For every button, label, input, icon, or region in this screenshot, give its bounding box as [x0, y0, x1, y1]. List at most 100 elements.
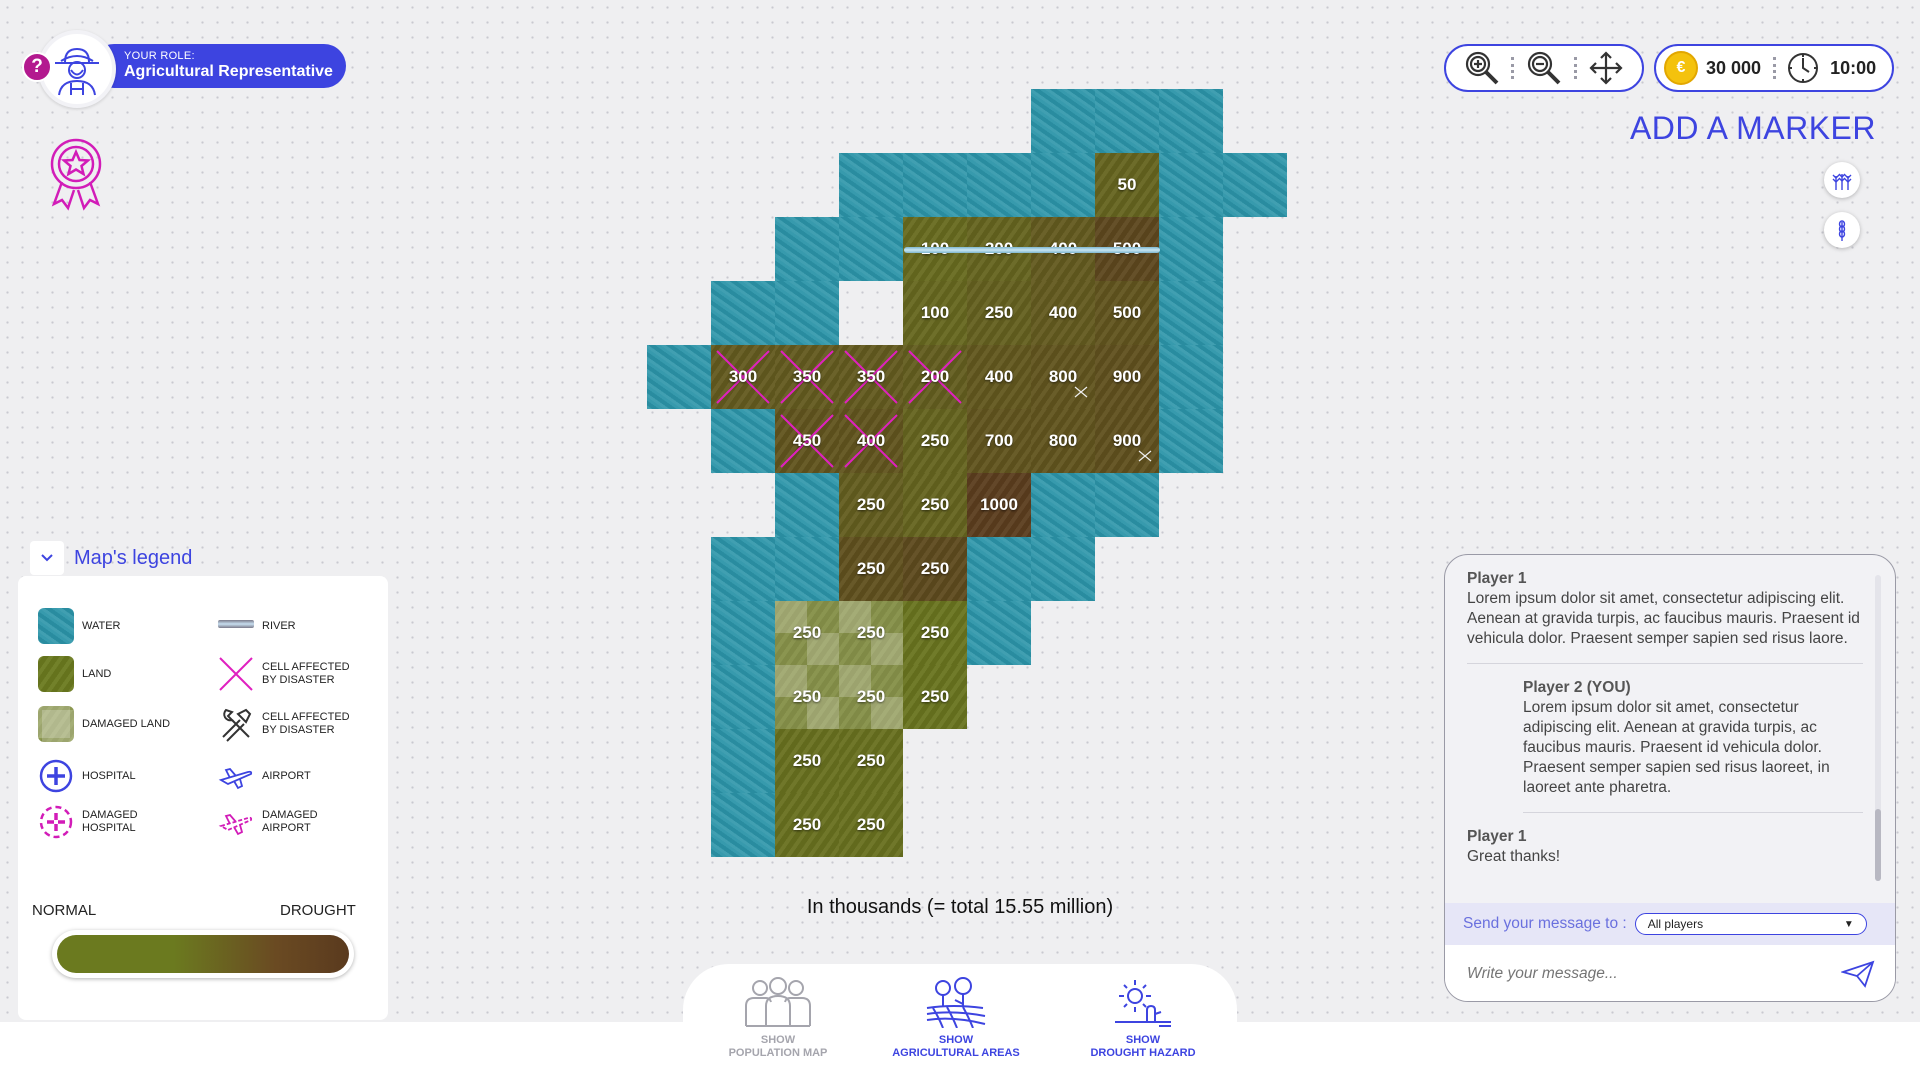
land-cell[interactable]: 900 [1095, 409, 1159, 473]
water-cell[interactable] [1095, 89, 1159, 153]
airport-icon [218, 758, 254, 794]
legend-label: DAMAGED LAND [82, 717, 171, 730]
land-cell[interactable]: 250 [839, 537, 903, 601]
water-cell[interactable] [839, 153, 903, 217]
land-cell[interactable]: 400 [967, 345, 1031, 409]
land-cell[interactable]: 250 [903, 601, 967, 665]
water-cell[interactable] [1159, 89, 1223, 153]
land-cell[interactable]: 100 [903, 217, 967, 281]
cell-value: 300 [728, 367, 758, 386]
damaged-land-cell[interactable]: 250 [775, 665, 839, 729]
water-cell[interactable] [711, 601, 775, 665]
disaster-affected-cell[interactable]: 400 [839, 409, 903, 473]
water-cell[interactable] [775, 473, 839, 537]
chat-messages[interactable]: Player 1 Lorem ipsum dolor sit amet, con… [1445, 555, 1885, 885]
chat-message-input[interactable] [1467, 965, 1841, 983]
scale-normal-label: NORMAL [32, 902, 97, 919]
land-cell[interactable]: 1000 [967, 473, 1031, 537]
water-cell[interactable] [967, 153, 1031, 217]
land-cell[interactable]: 250 [839, 793, 903, 857]
message-text: Lorem ipsum dolor sit amet, consectetur … [1523, 699, 1830, 796]
disaster-affected-cell[interactable]: 200 [903, 345, 967, 409]
zoom-out-icon[interactable] [1522, 46, 1566, 90]
water-cell[interactable] [775, 281, 839, 345]
land-cell[interactable]: 800 [1031, 409, 1095, 473]
water-cell[interactable] [903, 153, 967, 217]
land-cell[interactable]: 500 [1095, 281, 1159, 345]
land-cell[interactable]: 50 [1095, 153, 1159, 217]
help-button[interactable]: ? [22, 52, 52, 82]
land-cell[interactable]: 250 [839, 473, 903, 537]
land-cell[interactable]: 700 [967, 409, 1031, 473]
water-cell[interactable] [711, 409, 775, 473]
award-icon[interactable] [44, 134, 108, 212]
water-cell[interactable] [775, 217, 839, 281]
water-cell[interactable] [1223, 153, 1287, 217]
land-cell[interactable]: 250 [775, 729, 839, 793]
water-cell[interactable] [1031, 89, 1095, 153]
legend-header[interactable]: Map's legend [30, 540, 192, 576]
disaster-affected-cell[interactable]: 350 [775, 345, 839, 409]
land-cell[interactable]: 200 [967, 217, 1031, 281]
disaster-affected-cell[interactable]: 350 [839, 345, 903, 409]
water-cell[interactable] [1031, 473, 1095, 537]
coin-balance: 30 000 [1706, 57, 1762, 78]
water-cell[interactable] [1159, 281, 1223, 345]
legend-label: DAMAGED HOSPITAL [82, 809, 138, 834]
wheat-stalk-icon[interactable] [1824, 212, 1860, 248]
water-cell[interactable] [1159, 345, 1223, 409]
water-cell[interactable] [1031, 153, 1095, 217]
disaster-affected-cell[interactable]: 300 [711, 345, 775, 409]
cell-value: 250 [792, 815, 822, 834]
recipient-select[interactable]: All players ▼ [1634, 913, 1867, 935]
damaged-land-cell[interactable]: 250 [775, 601, 839, 665]
land-cell[interactable]: 250 [903, 665, 967, 729]
chevron-down-icon[interactable] [30, 541, 64, 575]
cell-value: 700 [984, 431, 1014, 450]
water-cell[interactable] [839, 217, 903, 281]
land-cell[interactable]: 400 [1031, 281, 1095, 345]
land-cell[interactable]: 250 [839, 729, 903, 793]
wheat-field-icon[interactable] [1824, 162, 1860, 198]
legend-item-hospital: HOSPITAL [38, 758, 182, 794]
water-cell[interactable] [1159, 409, 1223, 473]
water-cell[interactable] [1031, 537, 1095, 601]
land-cell[interactable]: 250 [775, 793, 839, 857]
damaged-land-cell[interactable]: 250 [839, 665, 903, 729]
water-cell[interactable] [967, 537, 1031, 601]
land-cell[interactable]: 100 [903, 281, 967, 345]
timer-value: 10:00 [1830, 57, 1877, 78]
land-cell[interactable]: 250 [903, 537, 967, 601]
show-drought-hazard-button[interactable]: SHOW DROUGHT HAZARD [1058, 976, 1228, 1060]
water-cell[interactable] [711, 793, 775, 857]
zoom-in-icon[interactable] [1460, 46, 1504, 90]
damaged-airport-icon [218, 804, 254, 840]
water-cell[interactable] [647, 345, 711, 409]
show-population-button[interactable]: SHOW POPULATION MAP [693, 976, 863, 1060]
cell-value: 250 [856, 687, 886, 706]
water-cell[interactable] [711, 281, 775, 345]
send-icon[interactable] [1841, 960, 1875, 988]
water-cell[interactable] [711, 729, 775, 793]
chat-scrollbar-thumb[interactable] [1875, 809, 1881, 881]
land-cell[interactable]: 250 [967, 281, 1031, 345]
disaster-affected-cell[interactable]: 450 [775, 409, 839, 473]
cell-value: 250 [856, 815, 886, 834]
land-cell[interactable]: 500 [1095, 217, 1159, 281]
water-cell[interactable] [1095, 473, 1159, 537]
water-cell[interactable] [967, 601, 1031, 665]
water-cell[interactable] [1159, 217, 1223, 281]
damaged-land-cell[interactable]: 250 [839, 601, 903, 665]
land-cell[interactable]: 400 [1031, 217, 1095, 281]
show-agricultural-areas-button[interactable]: SHOW AGRICULTURAL AREAS [871, 976, 1041, 1060]
water-cell[interactable] [711, 665, 775, 729]
water-cell[interactable] [1159, 153, 1223, 217]
land-cell[interactable]: 900 [1095, 345, 1159, 409]
move-icon[interactable] [1584, 46, 1628, 90]
land-cell[interactable]: 800 [1031, 345, 1095, 409]
water-cell[interactable] [775, 537, 839, 601]
land-cell[interactable]: 250 [903, 473, 967, 537]
cell-value: 800 [1048, 367, 1078, 386]
water-cell[interactable] [711, 537, 775, 601]
land-cell[interactable]: 250 [903, 409, 967, 473]
